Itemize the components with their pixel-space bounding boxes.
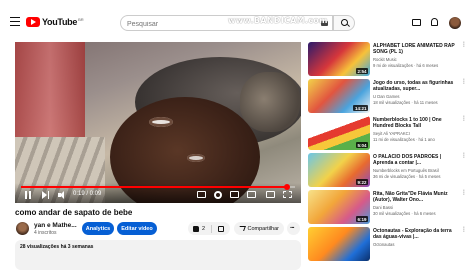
recommendation-thumbnail[interactable] <box>308 227 370 261</box>
volume-icon[interactable] <box>58 191 66 199</box>
youtube-play-icon <box>26 17 40 27</box>
create-video-icon[interactable] <box>412 19 421 26</box>
share-icon <box>238 226 246 231</box>
kebab-menu-icon[interactable]: ⋮ <box>461 116 467 122</box>
duration-badge: 9:22 <box>355 179 368 185</box>
duration-badge: 6:19 <box>355 216 368 222</box>
recommendation-thumbnail[interactable]: 2:54 <box>308 42 370 76</box>
theater-mode-icon[interactable] <box>247 191 256 198</box>
recommendation-channel[interactable]: Rockit Music <box>373 57 397 62</box>
recommendation-item[interactable]: 14:21 Jogo do urso, todas as figurinhas … <box>308 79 468 113</box>
progress-scrubber[interactable] <box>283 184 290 190</box>
dislike-icon[interactable] <box>218 225 225 232</box>
recommendation-title[interactable]: Rita, Não Grita"De Flávia Muniz (Autor),… <box>373 191 459 203</box>
account-avatar[interactable] <box>449 17 461 29</box>
like-icon[interactable] <box>193 225 199 232</box>
video-stats: 28 visualizações há 3 semanas <box>20 244 94 250</box>
video-frame-eye <box>187 154 205 162</box>
recommendation-meta: 11 mi de visualizações · há 1 ano <box>373 137 435 142</box>
fullscreen-icon[interactable] <box>283 191 292 198</box>
next-icon[interactable] <box>42 191 50 199</box>
recommendation-item[interactable]: 2:54 ALPHABET LORE ANIMATED RAP SONG (PL… <box>308 42 468 76</box>
progress-fill <box>21 186 287 188</box>
recommendation-thumbnail[interactable]: 6:19 <box>308 190 370 224</box>
miniplayer-icon[interactable] <box>230 191 239 198</box>
search-button[interactable] <box>333 15 355 31</box>
divider <box>211 224 213 233</box>
duration-badge: 14:21 <box>353 105 368 111</box>
recommendation-item[interactable]: 9:22 O PALÁCIO DOS PADRÕES | Aprenda a c… <box>308 153 468 187</box>
recommendation-channel[interactable]: U Dan Games <box>373 94 400 99</box>
video-player[interactable] <box>15 42 301 203</box>
recommendation-title[interactable]: Jogo do urso, todas as figurinhas atuali… <box>373 80 459 92</box>
logo-text: YouTube <box>42 17 78 27</box>
recording-watermark: www.BANDICAM.com <box>228 16 328 25</box>
recommendation-title[interactable]: Numberblocks 1 to 100 | One Hundred Bloc… <box>373 117 459 129</box>
notifications-bell-icon[interactable] <box>431 18 438 26</box>
subscriber-count: 4 inscritos <box>34 230 57 236</box>
kebab-menu-icon[interactable]: ⋮ <box>461 227 467 233</box>
kebab-menu-icon[interactable]: ⋮ <box>461 79 467 85</box>
recommendation-thumbnail[interactable]: 14:21 <box>308 79 370 113</box>
video-frame-eye <box>149 117 173 127</box>
more-icon: ··· <box>290 225 295 232</box>
channel-name[interactable]: yan e Mathe... <box>34 222 77 229</box>
edit-video-button[interactable]: Editar vídeo <box>117 222 157 235</box>
logo-region: BR <box>78 16 84 22</box>
kebab-menu-icon[interactable]: ⋮ <box>461 42 467 48</box>
video-frame-background <box>15 42 85 142</box>
recommendation-channel[interactable]: Octonautas <box>373 242 394 247</box>
cast-icon[interactable] <box>266 191 275 198</box>
video-frame-cat <box>240 72 300 132</box>
more-actions-button[interactable]: ··· <box>287 222 300 235</box>
duration-badge: 5:04 <box>355 142 368 148</box>
recommendation-meta: 9 mi de visualizações · há 6 meses <box>373 63 439 68</box>
settings-gear-icon[interactable] <box>214 191 222 199</box>
pause-icon[interactable] <box>25 191 32 199</box>
like-dislike-group: 2 <box>188 222 230 235</box>
top-bar: YouTube BR www.BANDICAM.com <box>0 0 474 44</box>
share-button[interactable]: Compartilhar <box>234 222 284 235</box>
recommendation-meta: 18 mil visualizações · há 11 meses <box>373 100 438 105</box>
recommendation-channel[interactable]: Numberblocks em Português Brasil <box>373 168 439 173</box>
recommendation-meta: 36 mi de visualizações · há 5 meses <box>373 174 441 179</box>
recommendation-item[interactable]: Octonautas - Exploração da terra das águ… <box>308 227 468 261</box>
kebab-menu-icon[interactable]: ⋮ <box>461 190 467 196</box>
time-display: 0:19 / 0:09 <box>73 191 102 197</box>
share-label: Compartilhar <box>247 225 279 232</box>
channel-avatar[interactable] <box>16 222 29 235</box>
duration-badge: 2:54 <box>355 68 368 74</box>
progress-bar[interactable] <box>21 184 295 190</box>
analytics-button[interactable]: Analytics <box>82 222 114 235</box>
captions-icon[interactable] <box>197 191 206 198</box>
recommendation-item[interactable]: 6:19 Rita, Não Grita"De Flávia Muniz (Au… <box>308 190 468 224</box>
recommendation-channel[interactable]: Seyit Ali YAPRAKCI <box>373 131 410 136</box>
recommendation-item[interactable]: 5:04 Numberblocks 1 to 100 | One Hundred… <box>308 116 468 150</box>
youtube-logo[interactable]: YouTube BR <box>26 16 84 28</box>
kebab-menu-icon[interactable]: ⋮ <box>461 153 467 159</box>
recommendation-thumbnail[interactable]: 5:04 <box>308 116 370 150</box>
recommendation-title[interactable]: Octonautas - Exploração da terra das águ… <box>373 228 459 240</box>
recommendation-channel[interactable]: Dani Bassi <box>373 205 393 210</box>
video-title: como andar de sapato de bebe <box>15 208 133 217</box>
recommendation-thumbnail[interactable]: 9:22 <box>308 153 370 187</box>
recommendation-title[interactable]: O PALÁCIO DOS PADRÕES | Aprenda a contar… <box>373 154 459 166</box>
recommendation-meta: 30 mil visualizações · há 6 meses <box>373 211 436 216</box>
menu-icon[interactable] <box>10 17 20 26</box>
like-count: 2 <box>202 225 206 232</box>
recommendation-title[interactable]: ALPHABET LORE ANIMATED RAP SONG (PL 1) <box>373 43 459 55</box>
player-controls: 0:19 / 0:09 <box>15 183 301 203</box>
